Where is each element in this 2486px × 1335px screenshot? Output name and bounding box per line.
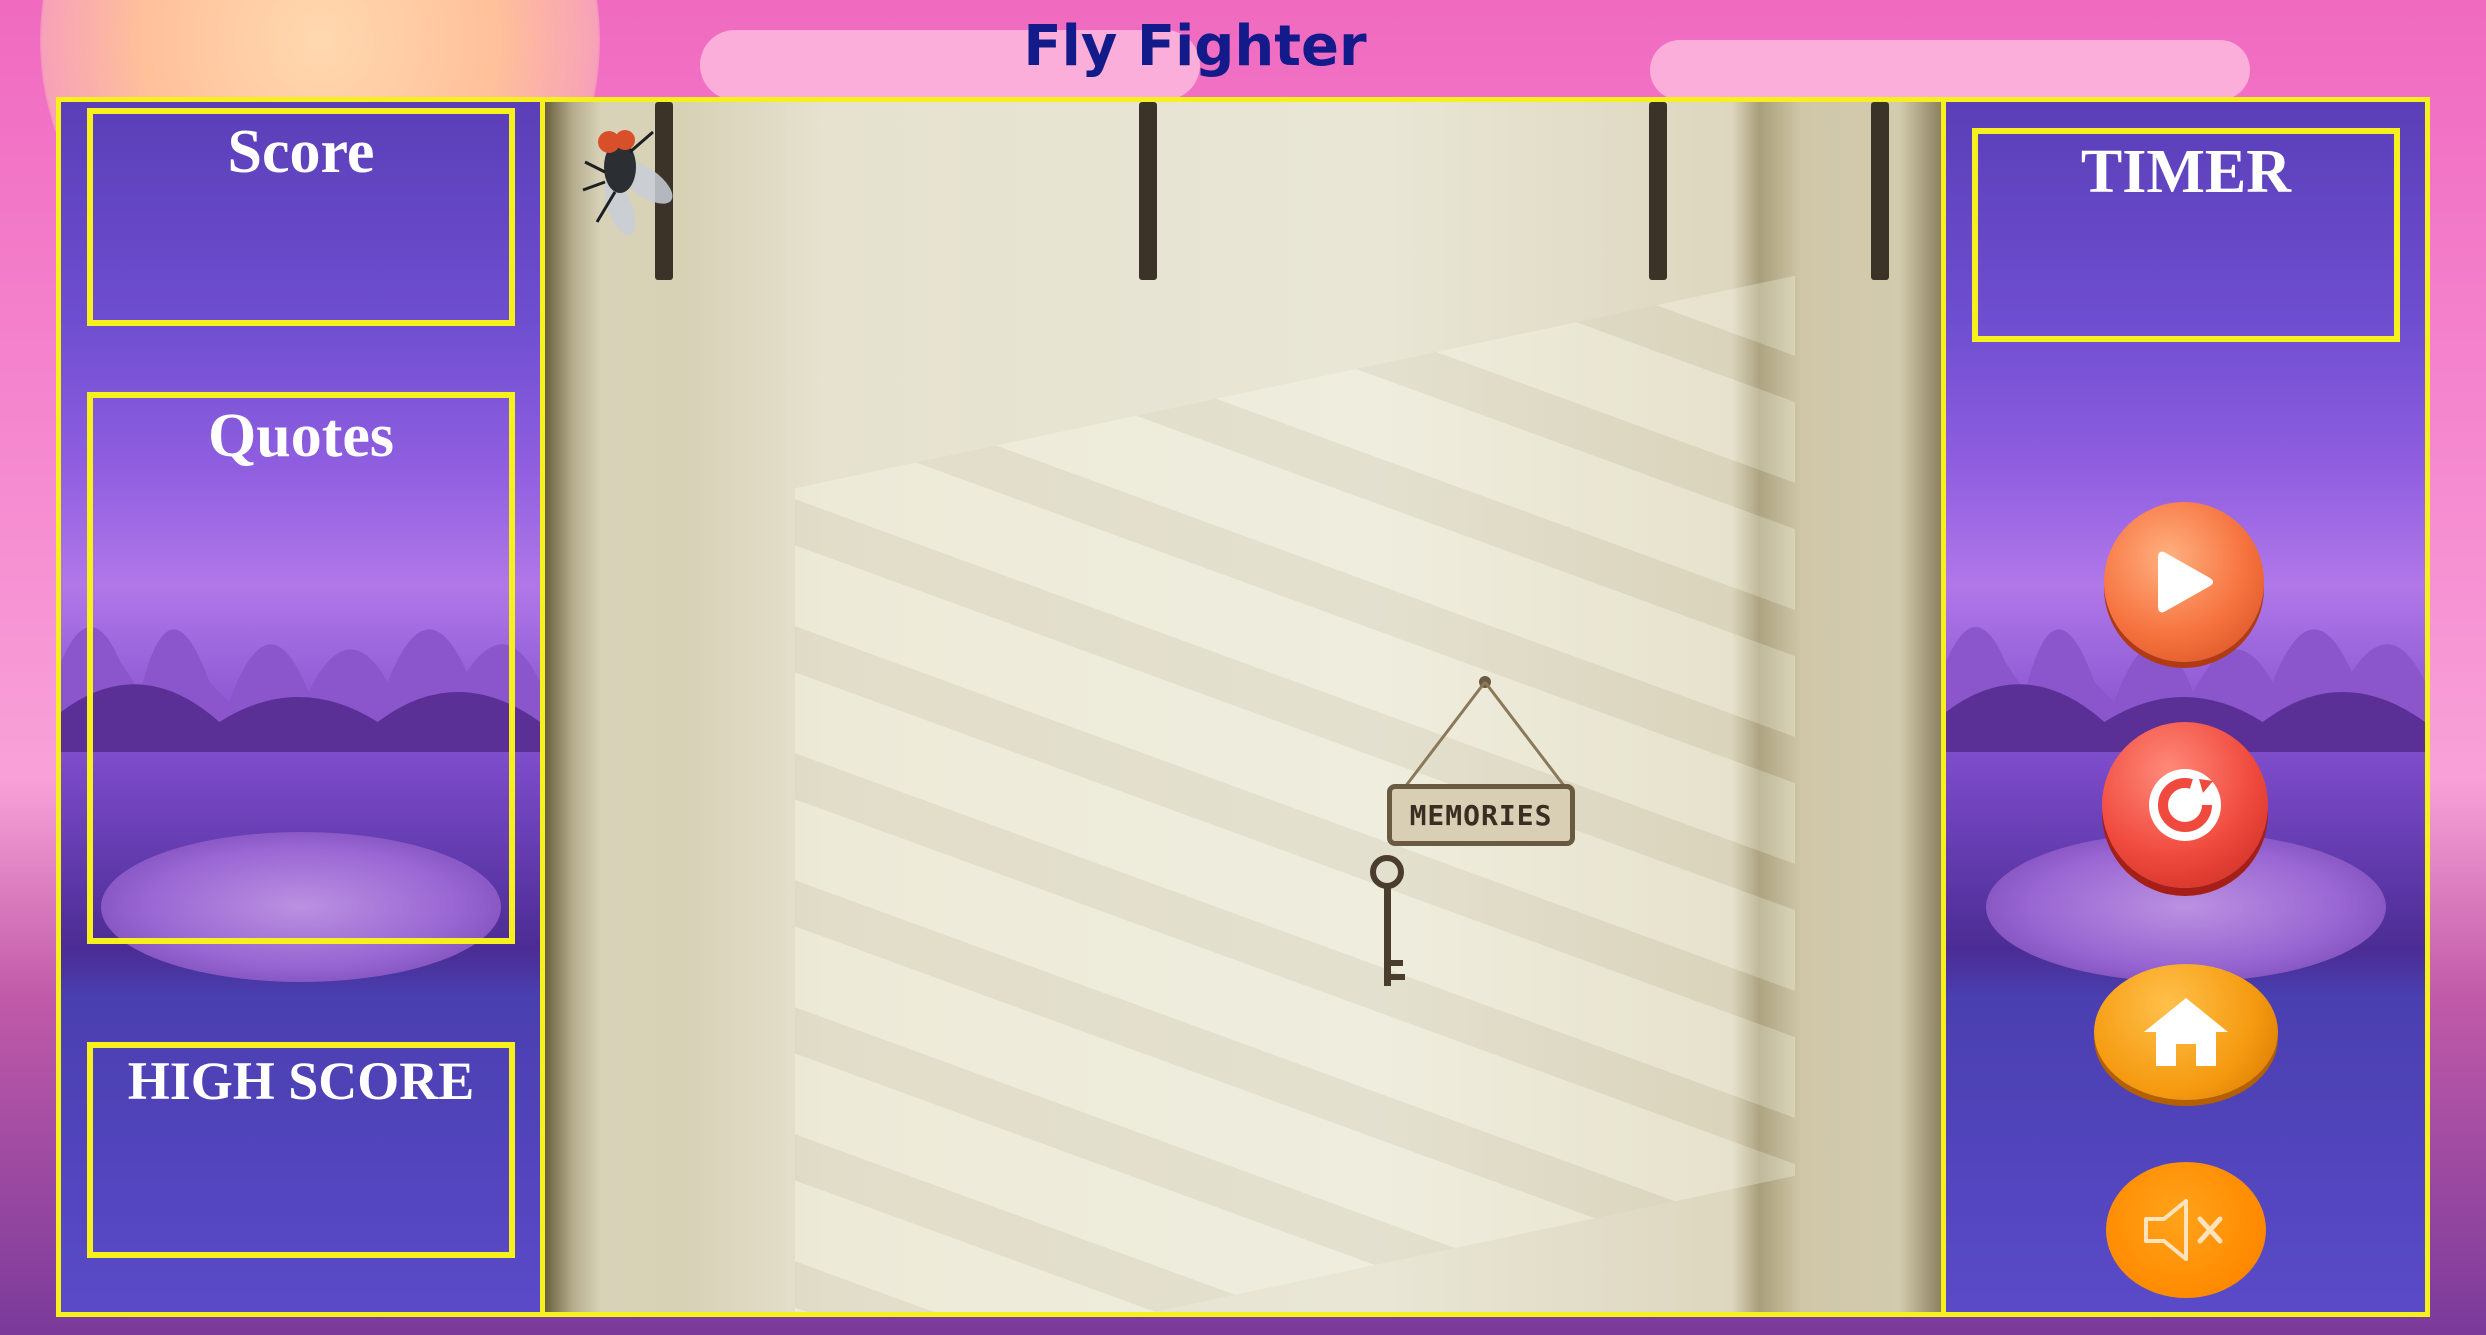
high-score-box: HIGH SCORE bbox=[87, 1042, 515, 1258]
wall-bracket bbox=[1871, 102, 1889, 280]
wall-bracket bbox=[1139, 102, 1157, 280]
quotes-box: Quotes bbox=[87, 392, 515, 944]
game-title: Fly Fighter bbox=[1023, 14, 1367, 79]
sound-toggle-button[interactable] bbox=[2106, 1162, 2266, 1298]
restart-icon bbox=[2149, 769, 2221, 841]
fly-icon[interactable] bbox=[575, 112, 685, 262]
quotes-label: Quotes bbox=[208, 402, 394, 470]
high-score-label: HIGH SCORE bbox=[127, 1051, 475, 1111]
sound-muted-icon bbox=[2144, 1199, 2223, 1261]
game-frame: Score Quotes HIGH SCORE MEMORIES TIMER bbox=[56, 97, 2430, 1317]
left-panel: Score Quotes HIGH SCORE bbox=[61, 102, 545, 1312]
home-button[interactable] bbox=[2094, 964, 2278, 1100]
play-icon bbox=[2158, 551, 2213, 613]
window-light-shadow bbox=[795, 275, 1795, 1312]
key-icon bbox=[1370, 855, 1405, 986]
timer-box: TIMER bbox=[1972, 128, 2400, 342]
wall-bracket bbox=[1649, 102, 1667, 280]
score-box: Score bbox=[87, 108, 515, 326]
score-label: Score bbox=[227, 118, 375, 186]
memories-sign: MEMORIES bbox=[1387, 784, 1575, 846]
game-area[interactable]: MEMORIES bbox=[545, 102, 1941, 1312]
sign-string bbox=[1403, 676, 1567, 788]
right-panel: TIMER bbox=[1941, 102, 2425, 1312]
play-button[interactable] bbox=[2104, 502, 2264, 662]
restart-button[interactable] bbox=[2102, 722, 2268, 888]
timer-label: TIMER bbox=[2080, 138, 2292, 206]
home-icon bbox=[2144, 998, 2228, 1066]
